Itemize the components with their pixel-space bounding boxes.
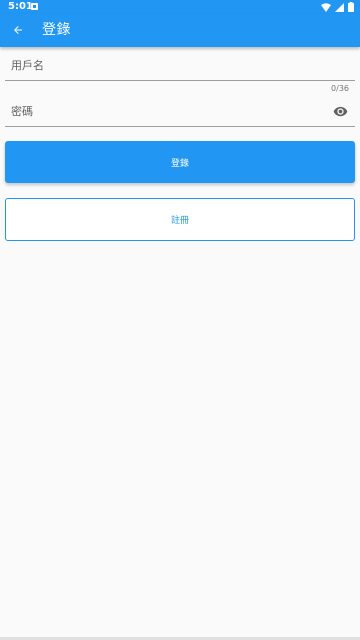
username-field[interactable] <box>5 50 355 81</box>
back-button[interactable] <box>6 18 30 42</box>
register-button[interactable]: 註冊 <box>5 198 355 241</box>
wifi-icon <box>321 2 331 12</box>
username-char-counter: 0/36 <box>331 84 349 93</box>
arrow-back-icon <box>14 26 22 34</box>
status-icons <box>321 2 354 12</box>
status-time: 5:01 <box>8 1 33 12</box>
username-input[interactable] <box>11 50 311 80</box>
toggle-password-visibility-button[interactable] <box>330 101 350 121</box>
notification-icon <box>31 3 38 10</box>
password-field[interactable] <box>5 97 355 127</box>
login-button[interactable]: 登錄 <box>5 141 355 183</box>
signal-icon <box>335 2 344 12</box>
password-input[interactable] <box>11 97 311 126</box>
battery-icon <box>348 2 354 12</box>
status-bar: 5:01 <box>0 0 360 14</box>
app-bar: 登錄 <box>0 14 360 47</box>
page-title: 登錄 <box>42 22 71 38</box>
eye-icon <box>333 106 347 116</box>
